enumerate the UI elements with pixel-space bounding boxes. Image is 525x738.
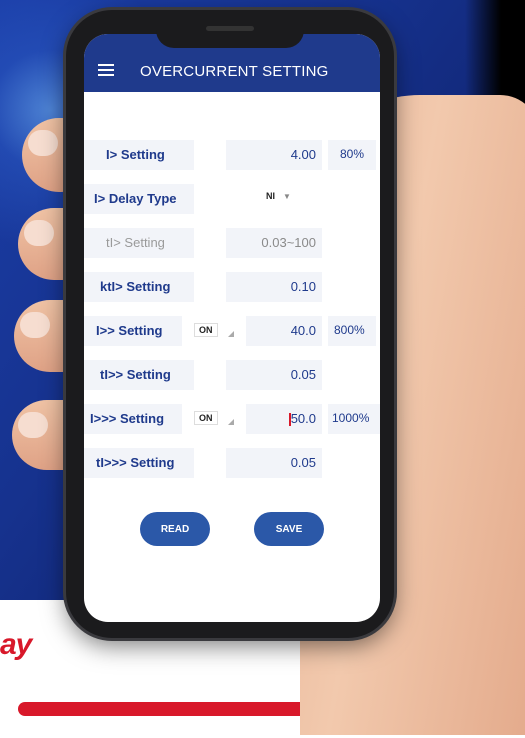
setting-value-input[interactable]: 0.03~100 <box>234 235 316 250</box>
setting-label: I> Setting <box>106 147 165 162</box>
setting-value-input[interactable]: 4.00 <box>234 147 316 162</box>
nail <box>18 412 48 438</box>
setting-value-input[interactable]: 40.0 <box>254 323 316 338</box>
enable-toggle[interactable]: ON <box>194 411 234 427</box>
setting-label: I> Delay Type <box>94 191 177 206</box>
dropdown-value: NI <box>266 191 275 201</box>
setting-label: tI> Setting <box>106 235 165 250</box>
chevron-down-icon: ▼ <box>283 192 291 201</box>
setting-value-input[interactable]: 50.0 <box>254 411 316 427</box>
nail <box>24 220 54 246</box>
setting-value-input[interactable]: 0.05 <box>234 367 316 382</box>
setting-value-input[interactable]: 0.10 <box>234 279 316 294</box>
phone-speaker <box>206 26 254 31</box>
setting-value-text: 50.0 <box>290 411 316 426</box>
setting-row-delay-type: I> Delay Type NI ▼ <box>84 184 380 214</box>
delay-type-dropdown[interactable]: NI ▼ <box>266 191 291 201</box>
setting-value-input[interactable]: 0.05 <box>234 455 316 470</box>
toggle-label: ON <box>194 411 218 425</box>
setting-row-ti2-setting: tI>> Setting 0.05 <box>84 360 380 390</box>
toggle-arrow-icon <box>228 419 234 425</box>
setting-percent: 800% <box>334 323 365 337</box>
setting-label: tI>>> Setting <box>96 455 175 470</box>
setting-row-ti3-setting: tI>>> Setting 0.05 <box>84 448 380 478</box>
setting-row-ti-setting: tI> Setting 0.03~100 <box>84 228 380 258</box>
setting-label: I>> Setting <box>96 323 163 338</box>
setting-label: ktI> Setting <box>100 279 171 294</box>
setting-percent: 80% <box>340 147 365 161</box>
setting-row-i2-setting: I>> Setting ON 40.0 800% <box>84 316 380 346</box>
menu-icon[interactable] <box>98 64 114 76</box>
setting-label: I>>> Setting <box>90 411 165 426</box>
brand-text-fragment: ay <box>0 628 32 661</box>
phone-screen: OVERCURRENT SETTING I> Setting 4.00 80% … <box>84 34 380 622</box>
nail <box>28 130 58 156</box>
phone-notch <box>156 18 304 48</box>
setting-label: tI>> Setting <box>100 367 171 382</box>
nail <box>20 312 50 338</box>
page-title: OVERCURRENT SETTING <box>140 63 329 80</box>
toggle-label: ON <box>194 323 218 337</box>
setting-row-i-setting: I> Setting 4.00 80% <box>84 140 380 170</box>
setting-percent: 1000% <box>332 411 370 425</box>
read-button[interactable]: READ <box>140 512 210 546</box>
setting-row-kti-setting: ktI> Setting 0.10 <box>84 272 380 302</box>
toggle-arrow-icon <box>228 331 234 337</box>
save-button[interactable]: SAVE <box>254 512 324 546</box>
enable-toggle[interactable]: ON <box>194 323 234 339</box>
setting-row-i3-setting: I>>> Setting ON 50.0 1000% <box>84 404 380 434</box>
